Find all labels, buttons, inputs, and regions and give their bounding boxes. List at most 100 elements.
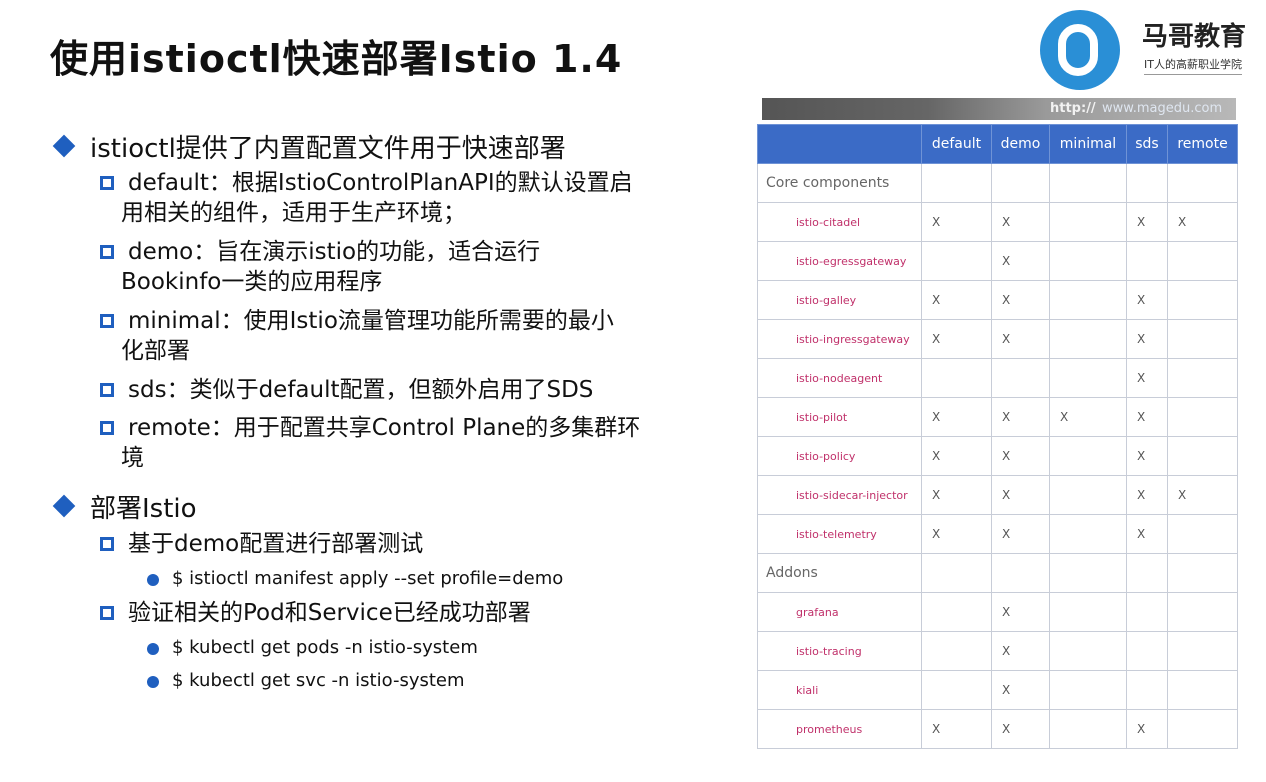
table-section-label: Addons [757, 553, 922, 593]
component-name: prometheus [757, 709, 922, 749]
profile-mark [1049, 280, 1127, 320]
table-cell [991, 163, 1050, 203]
list-item-demo: demo：旨在演示istio的功能，适合运行 Bookinfo一类的应用程序 [121, 237, 541, 297]
table-row: grafana X [757, 592, 1238, 632]
profile-mark [1167, 631, 1238, 671]
profile-mark [1049, 592, 1127, 632]
dot-bullet-icon [147, 643, 159, 655]
profile-mark [921, 670, 992, 710]
list-item-minimal: minimal：使用Istio流量管理功能所需要的最小 化部署 [121, 306, 614, 366]
profile-mark [921, 592, 992, 632]
component-name: istio-citadel [757, 202, 922, 242]
table-cell [1126, 553, 1168, 593]
dot-bullet-icon [147, 574, 159, 586]
component-name: istio-policy [757, 436, 922, 476]
table-cell [991, 553, 1050, 593]
table-header [757, 124, 922, 164]
profile-mark: X [1126, 280, 1168, 320]
profile-mark: X [1167, 475, 1238, 515]
profile-mark [1049, 670, 1127, 710]
square-bullet-icon [100, 176, 114, 190]
profile-mark: X [1126, 358, 1168, 398]
square-bullet-icon [100, 421, 114, 435]
square-bullet-icon [100, 383, 114, 397]
profile-mark [1167, 358, 1238, 398]
profile-mark: X [991, 280, 1050, 320]
profile-mark: X [1126, 202, 1168, 242]
profile-mark [1126, 631, 1168, 671]
component-name: istio-galley [757, 280, 922, 320]
table-cell [1049, 163, 1127, 203]
profile-mark: X [991, 631, 1050, 671]
table-header: sds [1126, 124, 1168, 164]
item-line: default：根据IstioControlPlanAPI的默认设置启 [128, 170, 633, 196]
profile-mark [1167, 709, 1238, 749]
table-cell [1126, 163, 1168, 203]
profile-table: default demo minimal sds remote Core com… [757, 124, 1238, 749]
component-name: istio-telemetry [757, 514, 922, 554]
profile-mark: X [921, 514, 992, 554]
profile-mark [1126, 670, 1168, 710]
profile-mark [1167, 436, 1238, 476]
table-header: minimal [1049, 124, 1127, 164]
item-line: sds：类似于default配置，但额外启用了SDS [128, 377, 594, 403]
profile-mark [1167, 319, 1238, 359]
item-line: 化部署 [121, 338, 190, 364]
table-row: prometheus X X X [757, 709, 1238, 749]
profile-mark: X [1167, 202, 1238, 242]
table-header: demo [991, 124, 1050, 164]
square-bullet-icon [100, 314, 114, 328]
table-row: istio-citadel X X X X [757, 202, 1238, 242]
command-text: $ istioctl manifest apply --set profile=… [172, 568, 564, 589]
profile-mark: X [991, 475, 1050, 515]
profile-mark [1049, 241, 1127, 281]
table-row: istio-pilot X X X X [757, 397, 1238, 437]
profile-mark [1049, 319, 1127, 359]
logo-subtitle: IT人的高薪职业学院 [1144, 56, 1242, 75]
list-item-default: default：根据IstioControlPlanAPI的默认设置启 用相关的… [121, 168, 633, 228]
table-header: remote [1167, 124, 1238, 164]
profile-mark [1049, 514, 1127, 554]
profile-mark: X [1126, 436, 1168, 476]
item-line: demo：旨在演示istio的功能，适合运行 [128, 239, 541, 265]
profile-mark: X [991, 397, 1050, 437]
square-bullet-icon [100, 537, 114, 551]
profile-mark [1049, 475, 1127, 515]
logo-icon [1040, 10, 1120, 90]
table-cell [921, 163, 992, 203]
profile-mark: X [1126, 709, 1168, 749]
profile-mark [1049, 631, 1127, 671]
profile-mark: X [921, 436, 992, 476]
profile-mark: X [921, 280, 992, 320]
profile-mark: X [921, 319, 992, 359]
profile-mark [1126, 241, 1168, 281]
table-row: istio-policy X X X [757, 436, 1238, 476]
profile-mark [1049, 436, 1127, 476]
table-cell [1167, 163, 1238, 203]
verify-label: 验证相关的Pod和Service已经成功部署 [128, 600, 531, 626]
profile-mark: X [991, 241, 1050, 281]
section1-heading: istioctl提供了内置配置文件用于快速部署 [90, 134, 566, 164]
table-header: default [921, 124, 992, 164]
profile-mark [991, 358, 1050, 398]
table-cell [1049, 553, 1127, 593]
table-cell [1167, 553, 1238, 593]
profile-mark [1167, 397, 1238, 437]
table-section-row: Core components [757, 163, 1238, 203]
profile-mark: X [921, 709, 992, 749]
profile-mark: X [921, 475, 992, 515]
diamond-bullet-icon [52, 134, 76, 158]
list-item-sds: sds：类似于default配置，但额外启用了SDS [128, 375, 593, 405]
profile-mark: X [991, 436, 1050, 476]
dot-bullet-icon [147, 676, 159, 688]
table-row: istio-egressgateway X [757, 241, 1238, 281]
page-title: 使用istioctl快速部署Istio 1.4 [50, 37, 623, 81]
component-name: istio-egressgateway [757, 241, 922, 281]
item-line: remote：用于配置共享Control Plane的多集群环 [128, 415, 641, 441]
profile-mark: X [1049, 397, 1127, 437]
table-section-label: Core components [757, 163, 922, 203]
table-cell [921, 553, 992, 593]
profile-mark [921, 358, 992, 398]
profile-mark [1167, 280, 1238, 320]
table-row: kiali X [757, 670, 1238, 710]
